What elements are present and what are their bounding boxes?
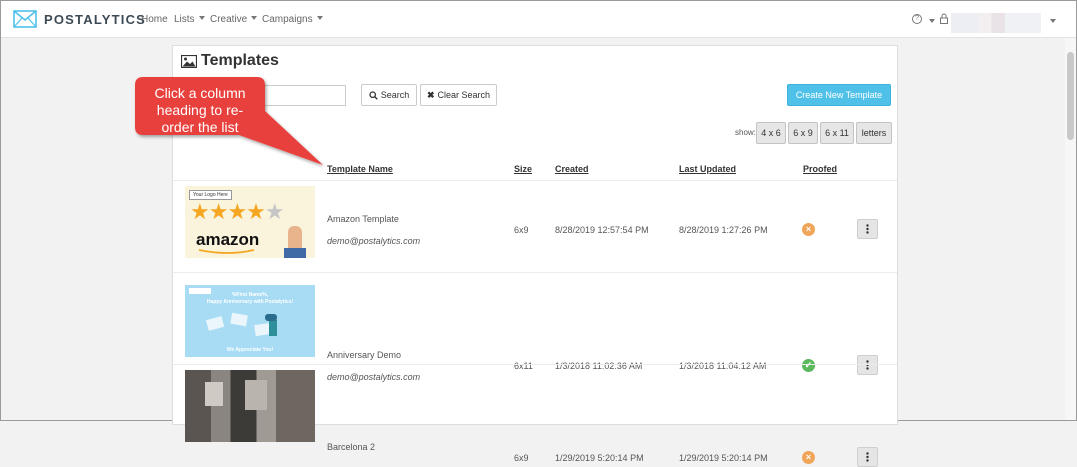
- template-name[interactable]: Anniversary Demo: [327, 350, 401, 360]
- chevron-down-icon[interactable]: [1050, 19, 1056, 23]
- template-owner: demo@postalytics.com: [327, 236, 421, 246]
- clear-search-button[interactable]: ✖ Clear Search: [420, 84, 497, 106]
- top-navbar: POSTALYTICS Home Lists Creative Campaign…: [1, 1, 1076, 38]
- nav-home-label: Home: [141, 14, 168, 25]
- filter-6x11-button[interactable]: 6 x 11: [820, 122, 854, 144]
- star-rating-icon: ★★★★★: [190, 199, 285, 224]
- clear-search-label: Clear Search: [437, 90, 491, 100]
- photo-window: [245, 380, 267, 410]
- page-title: Templates: [201, 52, 279, 69]
- column-header-last-updated[interactable]: Last Updated: [679, 164, 736, 174]
- column-header-created[interactable]: Created: [555, 164, 589, 174]
- table-row[interactable]: Your Logo Here ★★★★★ amazon Amazon Templ…: [173, 180, 897, 272]
- search-icon: [369, 90, 378, 100]
- template-created: 8/28/2019 12:57:54 PM: [555, 225, 649, 235]
- template-created: 1/29/2019 5:20:14 PM: [555, 453, 644, 463]
- filter-6x9-button[interactable]: 6 x 9: [788, 122, 818, 144]
- brand-name[interactable]: POSTALYTICS: [44, 12, 146, 27]
- filter-4x6-button[interactable]: 4 x 6: [756, 122, 786, 144]
- create-new-template-button[interactable]: Create New Template: [787, 84, 891, 106]
- template-thumbnail[interactable]: [185, 370, 315, 442]
- search-button-label: Search: [380, 90, 410, 100]
- thumbnail-footer: We Appreciate You!: [226, 347, 274, 353]
- thumbnail-line2: Happy Anniversary with Postalytics!: [206, 299, 294, 305]
- image-icon: [181, 55, 197, 68]
- template-name[interactable]: Amazon Template: [327, 214, 399, 224]
- callout-text: Click a column heading to re-order the l…: [154, 85, 246, 135]
- create-button-label: Create New Template: [795, 90, 883, 100]
- search-button[interactable]: Search: [361, 84, 417, 106]
- chevron-down-icon: [316, 16, 323, 20]
- close-icon: ✖: [426, 89, 435, 100]
- template-size: 6x9: [514, 453, 529, 463]
- column-header-proofed[interactable]: Proofed: [803, 164, 837, 174]
- thumbnail-line1: %First Name%,: [231, 292, 269, 298]
- template-thumbnail[interactable]: %First Name%, Happy Anniversary with Pos…: [185, 285, 315, 357]
- template-name[interactable]: Barcelona 2: [327, 442, 375, 452]
- vertical-dots-icon: [866, 452, 869, 462]
- template-last-updated: 8/28/2019 1:27:26 PM: [679, 225, 768, 235]
- template-thumbnail[interactable]: Your Logo Here ★★★★★ amazon: [185, 186, 315, 258]
- table-row[interactable]: Barcelona 2 6x9 1/29/2019 5:20:14 PM 1/2…: [173, 364, 897, 467]
- row-actions-button[interactable]: [857, 447, 878, 467]
- filter-letters-button[interactable]: letters: [856, 122, 892, 144]
- nav-creative[interactable]: Creative: [210, 14, 258, 25]
- filter-6x9-label: 6 x 9: [793, 128, 813, 138]
- table-row[interactable]: %First Name%, Happy Anniversary with Pos…: [173, 272, 897, 382]
- photo-window: [205, 382, 223, 406]
- question-circle-icon[interactable]: ?: [912, 14, 922, 24]
- envelope-logo-icon[interactable]: [13, 10, 37, 28]
- template-last-updated: 1/29/2019 5:20:14 PM: [679, 453, 768, 463]
- scrollbar-thumb[interactable]: [1067, 52, 1074, 140]
- envelopes-illustration-icon: [205, 312, 277, 337]
- nav-campaigns[interactable]: Campaigns: [262, 14, 323, 25]
- column-header-size[interactable]: Size: [514, 164, 532, 174]
- hand-sleeve: [284, 248, 306, 258]
- nav-home[interactable]: Home: [141, 14, 168, 25]
- smile-arrow-icon: [198, 249, 255, 254]
- user-account-menu[interactable]: [951, 13, 1041, 33]
- chevron-down-icon[interactable]: [929, 19, 935, 23]
- chevron-down-icon: [251, 16, 258, 20]
- filter-4x6-label: 4 x 6: [761, 128, 781, 138]
- nav-lists-label: Lists: [174, 14, 195, 25]
- filter-6x11-label: 6 x 11: [825, 128, 849, 138]
- row-actions-button[interactable]: [857, 219, 878, 239]
- thumbnail-brand: amazon: [196, 230, 260, 249]
- not-proofed-icon: ×: [802, 223, 815, 236]
- nav-campaigns-label: Campaigns: [262, 14, 313, 25]
- template-size: 6x9: [514, 225, 529, 235]
- vertical-dots-icon: [866, 224, 869, 234]
- nav-lists[interactable]: Lists: [174, 14, 205, 25]
- not-proofed-icon: ×: [802, 451, 815, 464]
- show-label: show:: [735, 128, 756, 137]
- lock-icon[interactable]: [940, 13, 948, 24]
- filter-letters-label: letters: [861, 128, 887, 138]
- chevron-down-icon: [198, 16, 205, 20]
- page-scrollbar[interactable]: [1065, 38, 1076, 420]
- nav-creative-label: Creative: [210, 14, 248, 25]
